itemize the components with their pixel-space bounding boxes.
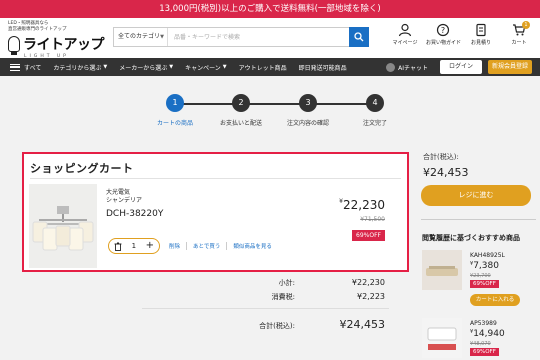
reco-list-price: ¥23,700 — [470, 273, 491, 279]
delete-link[interactable]: 削除 — [169, 242, 186, 250]
shopping-guide-link[interactable]: ? お買い物ガイド — [426, 23, 461, 46]
divider — [142, 308, 389, 309]
site-header: LED・照明器具なら 直営通販専門のライトアップ ライトアップ LIGHT UP… — [0, 18, 540, 59]
ai-chat-button[interactable]: AIチャット — [386, 62, 428, 72]
trash-icon[interactable] — [114, 242, 122, 251]
add-to-cart-button[interactable]: カートに入れる — [470, 294, 520, 306]
reco-price: ¥7,380 — [470, 261, 499, 271]
reco-discount-badge: 69%OFF — [470, 348, 499, 356]
chandelier-image — [29, 184, 97, 268]
menu-icon — [10, 63, 20, 71]
reco-product-code[interactable]: AP53989 — [470, 320, 497, 327]
lightbulb-icon — [8, 36, 20, 55]
ai-chat-icon — [386, 62, 396, 72]
reco-price: ¥14,940 — [470, 329, 505, 339]
nav-maker[interactable]: メーカーから選ぶ ▼ — [119, 63, 173, 72]
search-bar: 全てのカテゴリ ▼ — [113, 27, 369, 47]
recommended-item: KAH48925L ¥7,380 ¥23,700 69%OFF カートに入れる — [422, 250, 540, 312]
divider — [30, 178, 401, 179]
product-series: シャンデリア — [106, 197, 143, 204]
nav-category[interactable]: カテゴリから選ぶ ▼ — [53, 63, 107, 72]
search-button[interactable] — [349, 27, 369, 47]
discount-badge: 69%OFF — [352, 230, 385, 241]
checkout-button[interactable]: レジに進む — [421, 185, 531, 206]
search-input[interactable] — [168, 28, 349, 46]
step-payment: 2 お支払いと配送 — [216, 94, 266, 127]
nav-same-day[interactable]: 即日発送可能商品 — [299, 63, 347, 72]
nav-outlet[interactable]: アウトレット商品 — [239, 63, 287, 72]
mypage-link[interactable]: マイページ — [388, 23, 422, 46]
wall-light-image[interactable] — [422, 318, 462, 358]
product-thumbnail — [422, 318, 462, 358]
quantity-value[interactable]: 1 — [132, 242, 136, 250]
step-confirm: 3 注文内容の確認 — [283, 94, 333, 127]
logo-tagline-2: 直営通販専門のライトアップ — [8, 27, 67, 32]
plus-icon[interactable]: + — [146, 241, 154, 251]
header-icons: マイページ ? お買い物ガイド お見積り 1 カート — [388, 21, 536, 46]
steps-connector — [175, 103, 375, 105]
nav-all[interactable]: すべて — [10, 63, 41, 72]
register-button[interactable]: 新規会員登録 — [488, 60, 532, 74]
search-category-select[interactable]: 全てのカテゴリ ▼ — [114, 28, 168, 46]
subtotal-row: 小計: ¥22,230 — [278, 278, 385, 287]
nav-campaign[interactable]: キャンペーン ▼ — [185, 63, 227, 72]
guide-icon: ? — [436, 23, 450, 37]
total-row: 合計(税込): ¥24,453 — [259, 318, 385, 331]
cart-count-badge: 1 — [522, 21, 530, 29]
reco-list-price: ¥48,070 — [470, 341, 491, 347]
search-icon — [354, 32, 364, 42]
site-logo[interactable]: LED・照明器具なら 直営通販専門のライトアップ ライトアップ LIGHT UP — [8, 21, 108, 59]
cart-link[interactable]: 1 カート — [502, 21, 536, 46]
logo-text: ライトアップ — [23, 37, 105, 53]
svg-text:?: ? — [441, 26, 445, 35]
divider — [421, 219, 536, 220]
chevron-down-icon: ▼ — [169, 64, 174, 70]
product-price: ¥22,230 — [339, 198, 385, 212]
quantity-stepper: 1 + — [108, 238, 160, 254]
step-cart: 1 カートの商品 — [150, 94, 200, 127]
chevron-down-icon: ▼ — [160, 34, 164, 40]
sidebar-total: 合計(税込): ¥24,453 — [423, 153, 469, 179]
main-nav: すべて カテゴリから選ぶ ▼ メーカーから選ぶ ▼ キャンペーン ▼ アウトレット商品… — [0, 58, 540, 76]
tax-row: 消費税: ¥2,223 — [271, 292, 385, 301]
reco-discount-badge: 69%OFF — [470, 280, 499, 288]
chevron-down-icon: ▼ — [103, 64, 108, 70]
recommended-item: AP53989 ¥14,940 ¥48,070 69%OFF — [422, 318, 540, 360]
recommendations-title: 閲覧履歴に基づくおすすめ商品 — [422, 234, 520, 242]
chevron-down-icon: ▼ — [222, 64, 227, 70]
product-code[interactable]: DCH-38220Y — [106, 209, 163, 219]
ceiling-light-image[interactable] — [422, 250, 462, 290]
document-icon — [476, 23, 486, 37]
similar-items-link[interactable]: 類似商品を見る — [226, 242, 278, 250]
shopping-cart-panel: ショッピングカート 大光電気 シャンデリア DCH-38220Y 1 + 削除 … — [22, 152, 409, 272]
item-actions: 削除 あとで買う 類似商品を見る — [169, 242, 278, 250]
product-image[interactable] — [29, 184, 97, 268]
cart-title: ショッピングカート — [30, 162, 134, 175]
promo-banner[interactable]: 13,000円(税別)以上のご購入で送料無料(一部地域を除く) — [0, 0, 540, 18]
user-icon — [398, 23, 412, 37]
checkout-steps: 1 カートの商品 2 お支払いと配送 3 注文内容の確認 4 注文完了 — [150, 94, 400, 134]
save-for-later-link[interactable]: あとで買う — [186, 242, 226, 250]
step-complete: 4 注文完了 — [350, 94, 400, 127]
reco-product-code[interactable]: KAH48925L — [470, 252, 505, 259]
inquiry-link[interactable]: お見積り — [464, 23, 498, 46]
product-list-price: ¥71,500 — [360, 216, 385, 223]
product-thumbnail — [422, 250, 462, 290]
login-button[interactable]: ログイン — [440, 60, 482, 74]
